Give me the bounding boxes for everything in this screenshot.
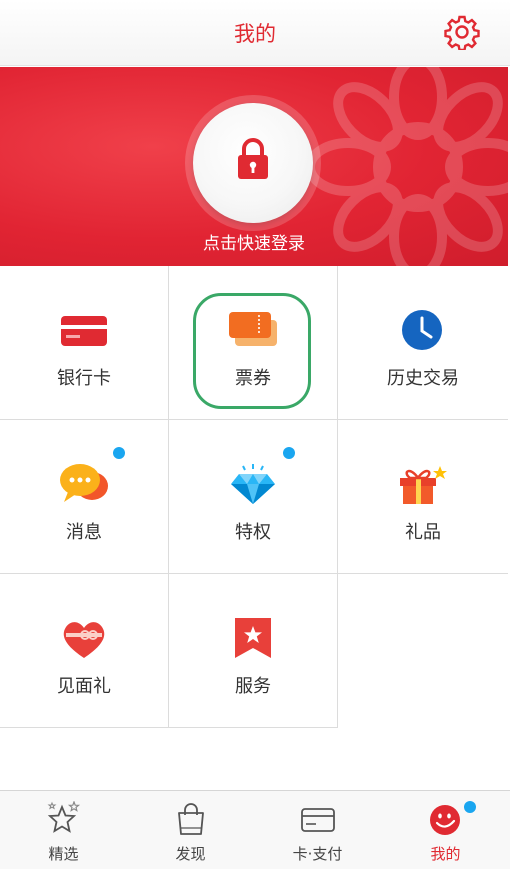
tab-mine[interactable]: 我的 [381,791,510,869]
tab-label: 卡·支付 [292,845,343,863]
page-title: 我的 [234,22,276,46]
grid-item-label: 见面礼 [57,676,111,697]
grid-item-messages[interactable]: 消息 [0,420,169,574]
grid-item-history[interactable]: 历史交易 [338,266,508,420]
quick-login-label[interactable]: 点击快速登录 [0,229,508,254]
shopping-bag-icon [178,803,204,835]
unread-badge [113,447,125,459]
grid-item-welcome-gift[interactable]: 见面礼 [0,574,169,728]
message-icon [60,464,108,502]
diamond-icon [231,464,275,504]
bank-card-icon [61,316,107,346]
grid-item-gifts[interactable]: 礼品 [338,420,508,574]
grid-item-bank-card[interactable]: 银行卡 [0,266,169,420]
login-banner[interactable]: 点击快速登录 [0,67,508,266]
tab-discover[interactable]: 发现 [127,791,254,869]
tab-card-pay[interactable]: 卡·支付 [254,791,381,869]
gear-icon[interactable] [444,14,480,50]
star-icon [47,801,81,833]
grid-item-label: 特权 [235,522,271,543]
login-button[interactable] [193,103,313,223]
notification-badge [464,801,476,813]
grid-item-label: 消息 [66,522,102,543]
grid-item-label: 礼品 [405,522,441,543]
unread-badge [283,447,295,459]
tab-label: 精选 [48,845,79,863]
bottom-tab-bar: 精选 发现 卡·支付 我的 [0,790,510,869]
grid-item-label: 历史交易 [387,368,459,389]
star-bookmark-icon [235,618,271,658]
grid-item-label: 服务 [235,676,271,697]
tab-featured[interactable]: 精选 [0,791,127,869]
gift-icon [400,466,447,504]
tab-label: 我的 [430,845,461,863]
tab-label: 发现 [175,845,206,863]
selection-highlight [193,293,311,409]
grid-item-services[interactable]: 服务 [169,574,338,728]
clock-icon [402,310,442,350]
smiley-icon [430,805,460,835]
card-icon [301,808,335,832]
grid-item-label: 银行卡 [57,368,111,389]
top-nav-bar: 我的 [0,0,510,66]
grid-item-privilege[interactable]: 特权 [169,420,338,574]
heart-gift-icon [63,622,105,658]
lock-icon [238,138,268,179]
